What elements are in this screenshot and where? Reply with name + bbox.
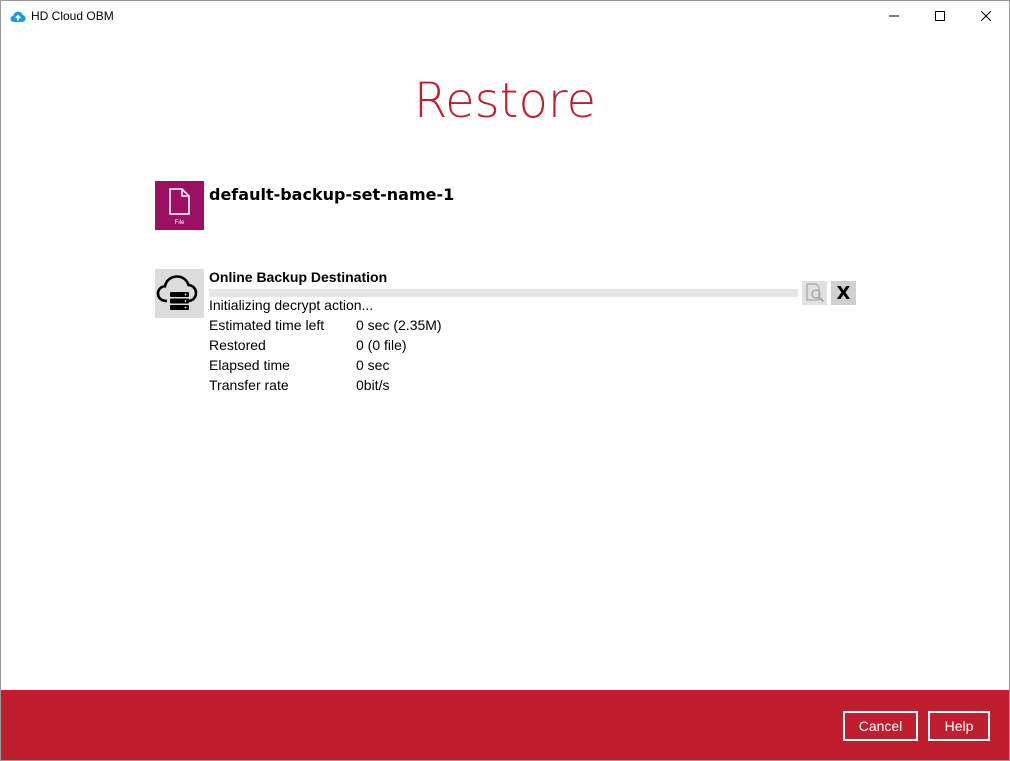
help-button[interactable]: Help <box>928 711 990 741</box>
app-window: HD Cloud OBM Restore File default-backup… <box>0 0 1010 761</box>
detail-label: Restored <box>209 337 266 353</box>
restore-progress-bar <box>209 289 798 297</box>
title-bar: HD Cloud OBM <box>1 1 1009 31</box>
maximize-button[interactable] <box>917 1 963 31</box>
cloud-upload-icon <box>10 9 26 23</box>
detail-label: Estimated time left <box>209 317 325 333</box>
view-log-button[interactable] <box>802 281 827 305</box>
detail-value: 0 (0 file) <box>356 337 407 353</box>
file-icon-label: File <box>174 220 185 226</box>
stop-restore-button[interactable]: X <box>831 281 856 305</box>
detail-label: Transfer rate <box>209 377 289 393</box>
detail-value: 0 sec (2.35M) <box>356 317 442 333</box>
page-title: Restore <box>413 73 597 129</box>
file-icon: File <box>155 181 204 230</box>
detail-label: Elapsed time <box>209 357 290 373</box>
maximize-icon <box>935 11 945 21</box>
detail-value: 0bit/s <box>356 377 390 393</box>
close-button[interactable] <box>963 1 1009 31</box>
footer-bar: Cancel Help <box>1 690 1009 760</box>
backup-set-name: default-backup-set-name-1 <box>209 185 455 204</box>
cloud-server-icon <box>155 269 204 318</box>
minimize-icon <box>889 15 899 17</box>
close-icon <box>981 11 991 21</box>
destination-name: Online Backup Destination <box>209 269 388 285</box>
window-title: HD Cloud OBM <box>31 9 114 23</box>
cancel-button[interactable]: Cancel <box>843 711 918 741</box>
search-log-icon <box>805 283 824 303</box>
restore-status: Initializing decrypt action... <box>209 297 374 313</box>
minimize-button[interactable] <box>871 1 917 31</box>
detail-value: 0 sec <box>356 357 390 373</box>
stop-icon: X <box>836 282 851 304</box>
